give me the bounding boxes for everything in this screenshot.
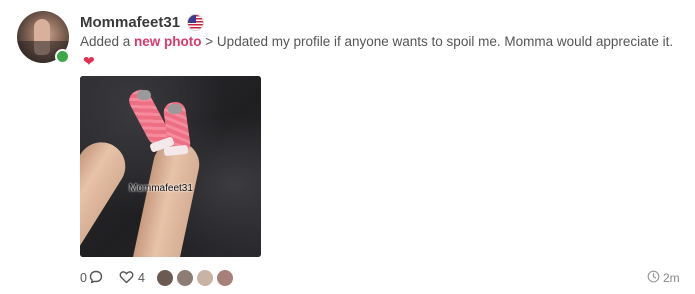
username-link[interactable]: Mommafeet31 (80, 14, 180, 31)
post-footer: 0 4 (80, 268, 236, 288)
time-ago: 2m (663, 271, 680, 285)
photo-sock-heel (137, 90, 151, 100)
photo-watermark: Mommafeet31 (129, 183, 193, 194)
post-text-prefix: Added a (80, 34, 135, 49)
comment-count: 0 (80, 271, 87, 285)
liker-avatar[interactable] (195, 269, 214, 287)
post-timestamp: 2m (647, 268, 680, 288)
post-photo[interactable]: Mommafeet31 (80, 76, 261, 257)
liker-avatar[interactable] (215, 269, 234, 287)
like-group: 4 (119, 270, 145, 287)
liker-avatar[interactable] (155, 269, 174, 287)
us-flag-icon (187, 13, 205, 31)
post-text: Added a new photo > Updated my profile i… (80, 32, 680, 70)
liker-avatar[interactable] (175, 269, 194, 287)
online-status-dot (55, 49, 70, 64)
heart-outline-icon[interactable] (119, 270, 134, 287)
photo-sock-heel (168, 104, 182, 114)
comment-icon[interactable] (89, 270, 103, 287)
like-count: 4 (137, 271, 145, 285)
liker-avatars[interactable] (155, 269, 236, 287)
post-header: Mommafeet31 (80, 12, 205, 32)
red-heart-icon: ❤ (83, 53, 95, 69)
post-text-suffix: > Updated my profile if anyone wants to … (201, 34, 674, 49)
clock-icon (647, 270, 660, 286)
new-photo-link[interactable]: new photo (134, 34, 202, 49)
